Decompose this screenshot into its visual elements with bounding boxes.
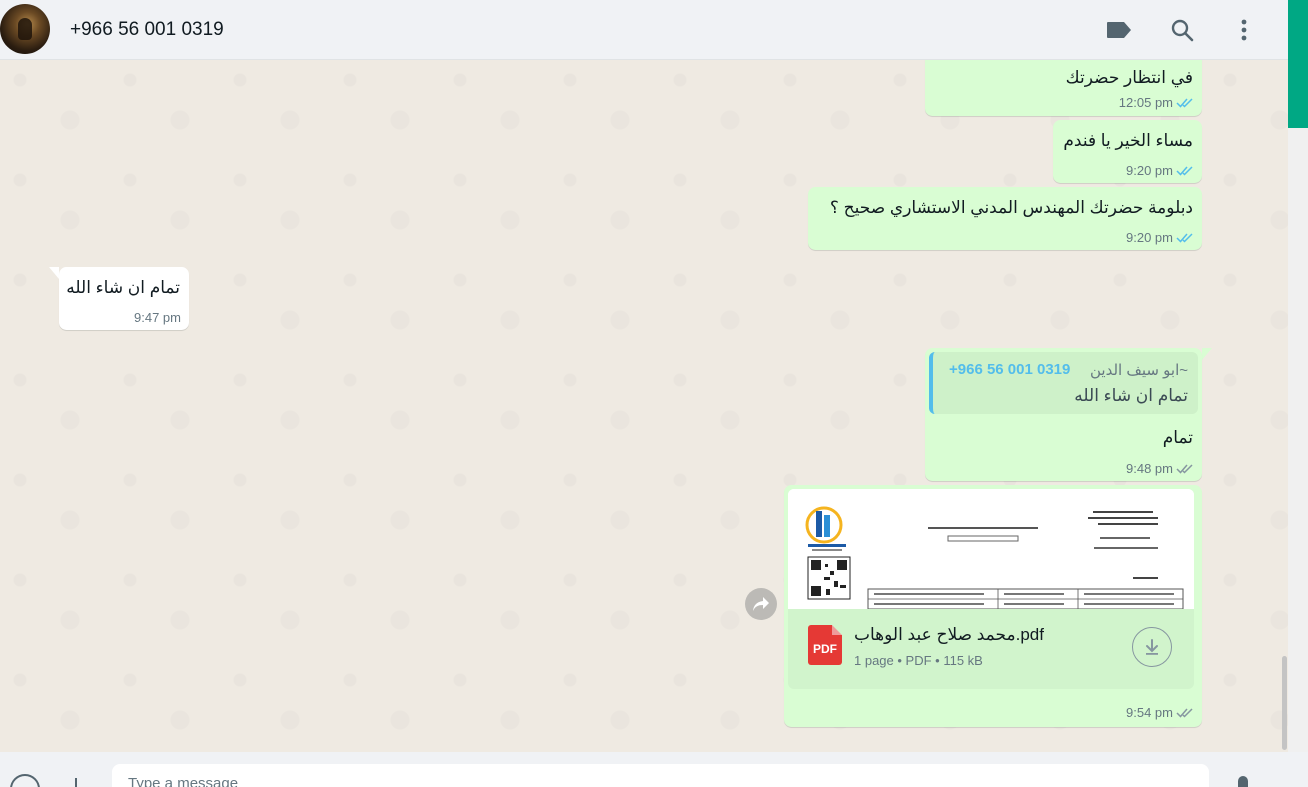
download-button[interactable]: [1132, 627, 1172, 667]
message-outgoing[interactable]: ~ابو سيف الدين +966 56 001 0319 تمام ان …: [925, 348, 1202, 481]
document-file-row[interactable]: PDF محمد صلاح عبد الوهاب.pdf 1 page • PD…: [788, 609, 1194, 689]
message-text: في انتظار حضرتك: [1065, 68, 1193, 87]
message-input[interactable]: Type a message: [112, 764, 1209, 787]
label-icon[interactable]: [1104, 15, 1134, 45]
message-text: تمام ان شاء الله: [66, 278, 180, 297]
message-meta: 9:48 pm: [1126, 461, 1194, 476]
message-time: 9:54 pm: [1126, 705, 1173, 720]
pdf-file-icon: PDF: [808, 625, 842, 665]
message-text: تمام: [1162, 428, 1193, 447]
message-meta: 9:47 pm: [134, 310, 181, 325]
message-text: مساء الخير يا فندم: [1063, 131, 1193, 150]
bubble-tail: [49, 267, 59, 279]
search-icon[interactable]: [1167, 15, 1197, 45]
app-accent-bar: [1288, 0, 1308, 128]
chat-header: +966 56 001 0319: [0, 0, 1288, 60]
message-meta: 9:54 pm: [1126, 705, 1194, 720]
forward-button[interactable]: [745, 588, 777, 620]
document-meta: 1 page • PDF • 115 kB: [854, 653, 983, 668]
document-name: محمد صلاح عبد الوهاب.pdf: [854, 625, 1044, 644]
message-meta: 9:20 pm: [1126, 230, 1194, 245]
window-gutter: [1288, 128, 1308, 752]
document-preview[interactable]: [788, 489, 1194, 609]
quoted-author: ~ابو سيف الدين: [1089, 362, 1188, 379]
menu-icon[interactable]: [1229, 15, 1259, 45]
quoted-message[interactable]: ~ابو سيف الدين +966 56 001 0319 تمام ان …: [929, 352, 1198, 414]
quoted-text: تمام ان شاء الله: [1074, 386, 1188, 405]
message-outgoing[interactable]: في انتظار حضرتك 12:05 pm: [925, 60, 1202, 116]
message-outgoing[interactable]: مساء الخير يا فندم 9:20 pm: [1053, 120, 1202, 183]
delivered-ticks-icon: [1176, 708, 1193, 718]
message-incoming[interactable]: تمام ان شاء الله 9:47 pm: [59, 267, 189, 330]
mic-icon[interactable]: [1238, 776, 1248, 787]
message-text: دبلومة حضرتك المهندس المدني الاستشاري صح…: [829, 198, 1193, 217]
message-list[interactable]: في انتظار حضرتك 12:05 pm مساء الخير يا ف…: [0, 60, 1288, 752]
contact-avatar[interactable]: [0, 4, 50, 54]
forward-icon: [753, 597, 769, 611]
message-time: 9:47 pm: [134, 310, 181, 325]
composer-bar: Type a message: [0, 752, 1308, 787]
message-outgoing[interactable]: دبلومة حضرتك المهندس المدني الاستشاري صح…: [808, 187, 1202, 250]
attach-icon[interactable]: [66, 778, 86, 787]
read-ticks-icon: [1176, 98, 1193, 108]
message-time: 9:20 pm: [1126, 230, 1173, 245]
message-meta: 12:05 pm: [1119, 95, 1194, 110]
message-outgoing-document[interactable]: PDF محمد صلاح عبد الوهاب.pdf 1 page • PD…: [784, 485, 1202, 727]
document-thumbnail: [788, 489, 1194, 609]
emoji-icon[interactable]: [10, 774, 40, 787]
contact-name[interactable]: +966 56 001 0319: [70, 19, 224, 41]
delivered-ticks-icon: [1176, 464, 1193, 474]
chat-scrollbar[interactable]: [1282, 656, 1287, 750]
message-time: 12:05 pm: [1118, 95, 1173, 110]
message-time: 9:48 pm: [1126, 461, 1173, 476]
bubble-tail: [1202, 348, 1212, 360]
read-ticks-icon: [1176, 166, 1193, 176]
read-ticks-icon: [1176, 233, 1193, 243]
message-meta: 9:20 pm: [1126, 163, 1194, 178]
message-time: 9:20 pm: [1126, 163, 1173, 178]
download-icon: [1146, 639, 1158, 655]
quoted-phone: +966 56 001 0319: [949, 361, 1071, 378]
